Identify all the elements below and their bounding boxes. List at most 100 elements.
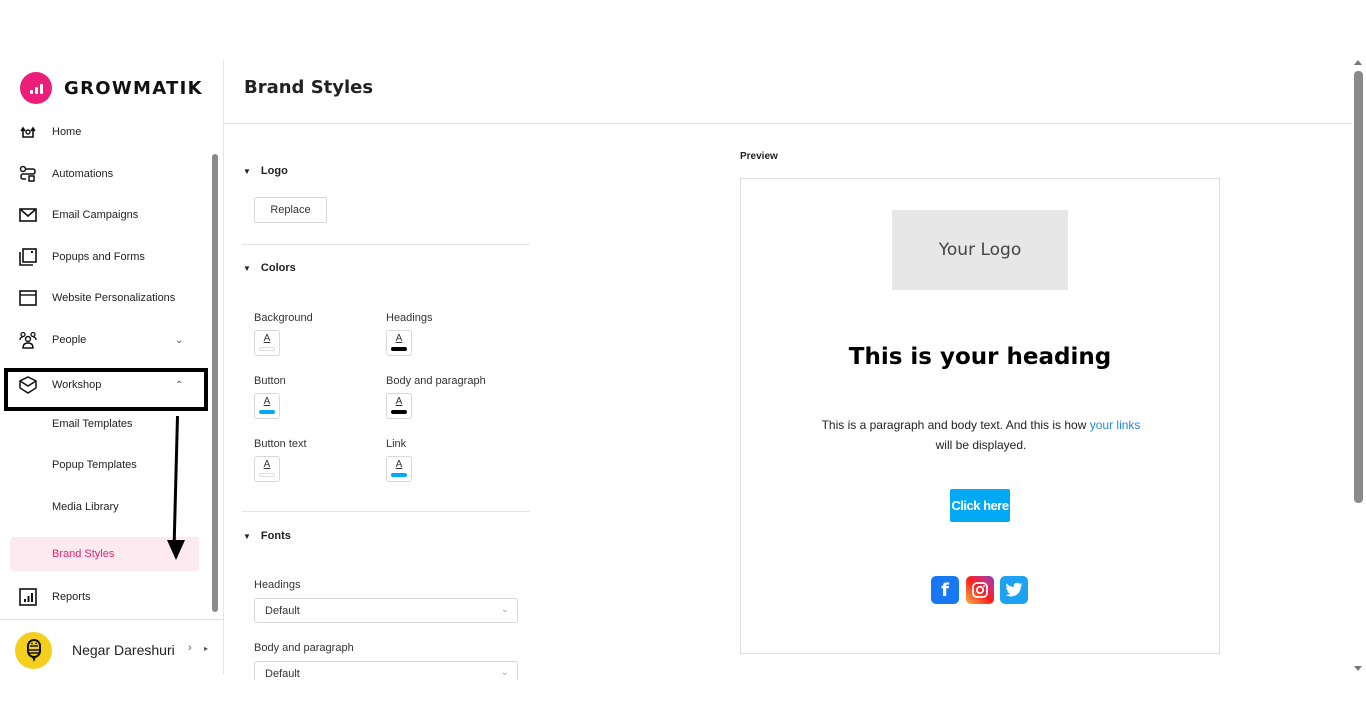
facebook-icon[interactable]: f xyxy=(931,576,959,604)
color-picker-background[interactable]: A xyxy=(254,330,280,356)
sidebar-subitem-label: Email Templates xyxy=(52,418,133,430)
color-label-button: Button xyxy=(254,375,286,387)
section-divider xyxy=(242,244,530,245)
people-icon xyxy=(19,331,37,349)
preview-label: Preview xyxy=(740,151,778,162)
scroll-up-arrow-icon[interactable] xyxy=(1354,60,1362,65)
color-bar xyxy=(391,347,407,351)
preview-button[interactable]: Click here xyxy=(950,489,1010,522)
preview-link[interactable]: your links xyxy=(1090,418,1141,432)
page-scrollbar[interactable] xyxy=(1354,71,1363,503)
section-logo-header[interactable]: ▼ Logo xyxy=(243,165,288,177)
caret-right-icon: ▸ xyxy=(204,644,209,653)
color-label-link: Link xyxy=(386,438,407,450)
sidebar-scrollbar[interactable] xyxy=(212,154,218,612)
color-bar xyxy=(391,473,407,477)
sidebar-item-label: Reports xyxy=(52,591,91,603)
text-color-icon: A xyxy=(263,396,271,407)
sidebar-item-label: Website Personalizations xyxy=(52,292,176,304)
brand-logo[interactable]: GROWMATIK xyxy=(20,72,203,104)
text-color-icon: A xyxy=(263,459,271,470)
sidebar-item-label: People xyxy=(52,334,87,346)
scroll-down-arrow-icon[interactable] xyxy=(1354,666,1362,671)
color-bar xyxy=(259,347,275,351)
color-label-headings: Headings xyxy=(386,312,433,324)
section-fonts-header[interactable]: ▼ Fonts xyxy=(243,530,291,542)
text-color-icon: A xyxy=(263,333,271,344)
sidebar-subitem-media-library[interactable]: Media Library xyxy=(10,490,199,524)
brand-name: GROWMATIK xyxy=(64,77,203,99)
color-label-body: Body and paragraph xyxy=(386,375,486,387)
user-profile[interactable]: Negar Dareshuri › ▸ xyxy=(0,619,223,674)
brand-preview-card: Your Logo This is your heading This is a… xyxy=(740,178,1220,654)
sidebar-item-email-campaigns[interactable]: Email Campaigns xyxy=(0,200,200,230)
color-bar xyxy=(259,473,275,477)
preview-paragraph-text: This is a paragraph and body text. And t… xyxy=(821,418,1090,432)
sidebar: GROWMATIK Home Automations Email Campaig… xyxy=(0,60,224,674)
select-value: Default xyxy=(265,667,300,680)
section-title: Fonts xyxy=(260,530,291,542)
color-picker-button-text[interactable]: A xyxy=(254,456,280,482)
instagram-icon[interactable] xyxy=(966,576,994,604)
sidebar-subitem-popup-templates[interactable]: Popup Templates xyxy=(10,448,199,482)
collapse-triangle-icon: ▼ xyxy=(243,263,251,273)
sidebar-item-popups-forms[interactable]: Popups and Forms xyxy=(0,242,200,272)
reports-icon xyxy=(19,588,37,606)
mail-icon xyxy=(19,206,37,224)
color-bar xyxy=(259,410,275,414)
text-color-icon: A xyxy=(395,396,403,407)
color-label-button-text: Button text xyxy=(254,438,307,450)
preview-paragraph: This is a paragraph and body text. And t… xyxy=(821,415,1141,455)
section-title: Colors xyxy=(260,262,296,274)
section-divider xyxy=(242,511,530,512)
color-picker-headings[interactable]: A xyxy=(386,330,412,356)
section-title: Logo xyxy=(260,165,288,177)
text-color-icon: A xyxy=(395,333,403,344)
chevron-down-icon: ⌄ xyxy=(500,667,509,678)
collapse-triangle-icon: ▼ xyxy=(243,166,251,176)
sidebar-item-label: Home xyxy=(52,126,82,138)
collapse-triangle-icon: ▼ xyxy=(243,531,251,541)
sidebar-item-reports[interactable]: Reports xyxy=(0,582,200,612)
sidebar-item-label: Automations xyxy=(52,168,114,180)
sidebar-subitem-email-templates[interactable]: Email Templates xyxy=(10,407,199,441)
automations-icon xyxy=(19,165,37,183)
section-colors-header[interactable]: ▼ Colors xyxy=(243,262,296,274)
preview-heading: This is your heading xyxy=(848,344,1112,370)
sidebar-item-people[interactable]: People ⌄ xyxy=(0,325,200,355)
sidebar-item-automations[interactable]: Automations xyxy=(0,159,200,189)
home-icon xyxy=(19,123,37,141)
chevron-right-icon[interactable]: › xyxy=(188,642,192,654)
color-label-background: Background xyxy=(254,312,313,324)
logo-placeholder: Your Logo xyxy=(892,210,1068,290)
font-body-select-clip: Default ⌄ xyxy=(240,660,540,680)
twitter-icon[interactable] xyxy=(1000,576,1028,604)
color-picker-body[interactable]: A xyxy=(386,393,412,419)
avatar xyxy=(15,632,52,669)
preview-paragraph-text: will be displayed. xyxy=(935,438,1027,452)
sidebar-item-label: Email Campaigns xyxy=(52,209,139,221)
sidebar-item-website-personalizations[interactable]: Website Personalizations xyxy=(0,283,200,313)
browser-window-icon xyxy=(19,289,37,307)
page-title: Brand Styles xyxy=(244,77,374,98)
chevron-down-icon: ⌄ xyxy=(175,334,184,346)
popup-icon xyxy=(19,248,37,266)
font-headings-label: Headings xyxy=(254,579,301,591)
color-picker-link[interactable]: A xyxy=(386,456,412,482)
sidebar-subitem-label: Brand Styles xyxy=(52,548,115,560)
font-body-select[interactable]: Default ⌄ xyxy=(254,661,518,680)
annotation-highlight-box xyxy=(4,368,208,411)
sidebar-subitem-label: Popup Templates xyxy=(52,459,137,471)
sidebar-item-label: Popups and Forms xyxy=(52,251,145,263)
user-name: Negar Dareshuri xyxy=(72,642,175,658)
font-body-label: Body and paragraph xyxy=(254,642,354,654)
color-picker-button[interactable]: A xyxy=(254,393,280,419)
sidebar-subitem-label: Media Library xyxy=(52,501,119,513)
chevron-down-icon: ⌄ xyxy=(500,604,509,615)
replace-logo-button[interactable]: Replace xyxy=(254,197,327,223)
select-value: Default xyxy=(265,604,300,617)
annotation-arrow-head-icon xyxy=(167,540,185,560)
sidebar-item-home[interactable]: Home xyxy=(0,117,200,147)
font-headings-select[interactable]: Default ⌄ xyxy=(254,598,518,623)
header-divider xyxy=(224,123,1352,124)
